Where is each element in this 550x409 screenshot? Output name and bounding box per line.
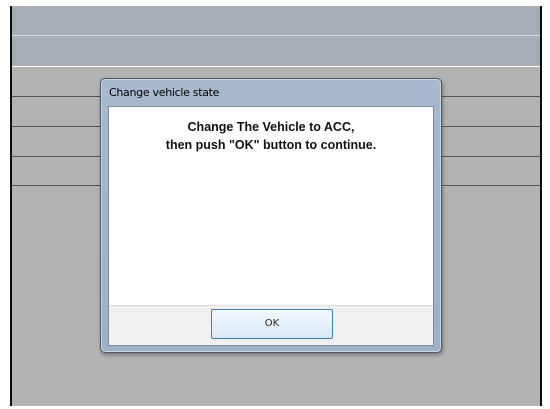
ok-button[interactable]: OK — [211, 309, 333, 339]
change-vehicle-state-dialog: Change vehicle state Change The Vehicle … — [100, 78, 442, 353]
dialog-title: Change vehicle state — [109, 86, 220, 99]
dialog-content: Change The Vehicle to ACC, then push "OK… — [108, 106, 434, 346]
dialog-message: Change The Vehicle to ACC, then push "OK… — [109, 118, 433, 154]
message-line-1: Change The Vehicle to ACC, — [187, 120, 355, 134]
message-line-2: then push "OK" button to continue. — [165, 138, 377, 152]
header-band — [12, 6, 540, 36]
dialog-footer: OK — [109, 305, 433, 345]
toolbar-band — [12, 36, 540, 67]
